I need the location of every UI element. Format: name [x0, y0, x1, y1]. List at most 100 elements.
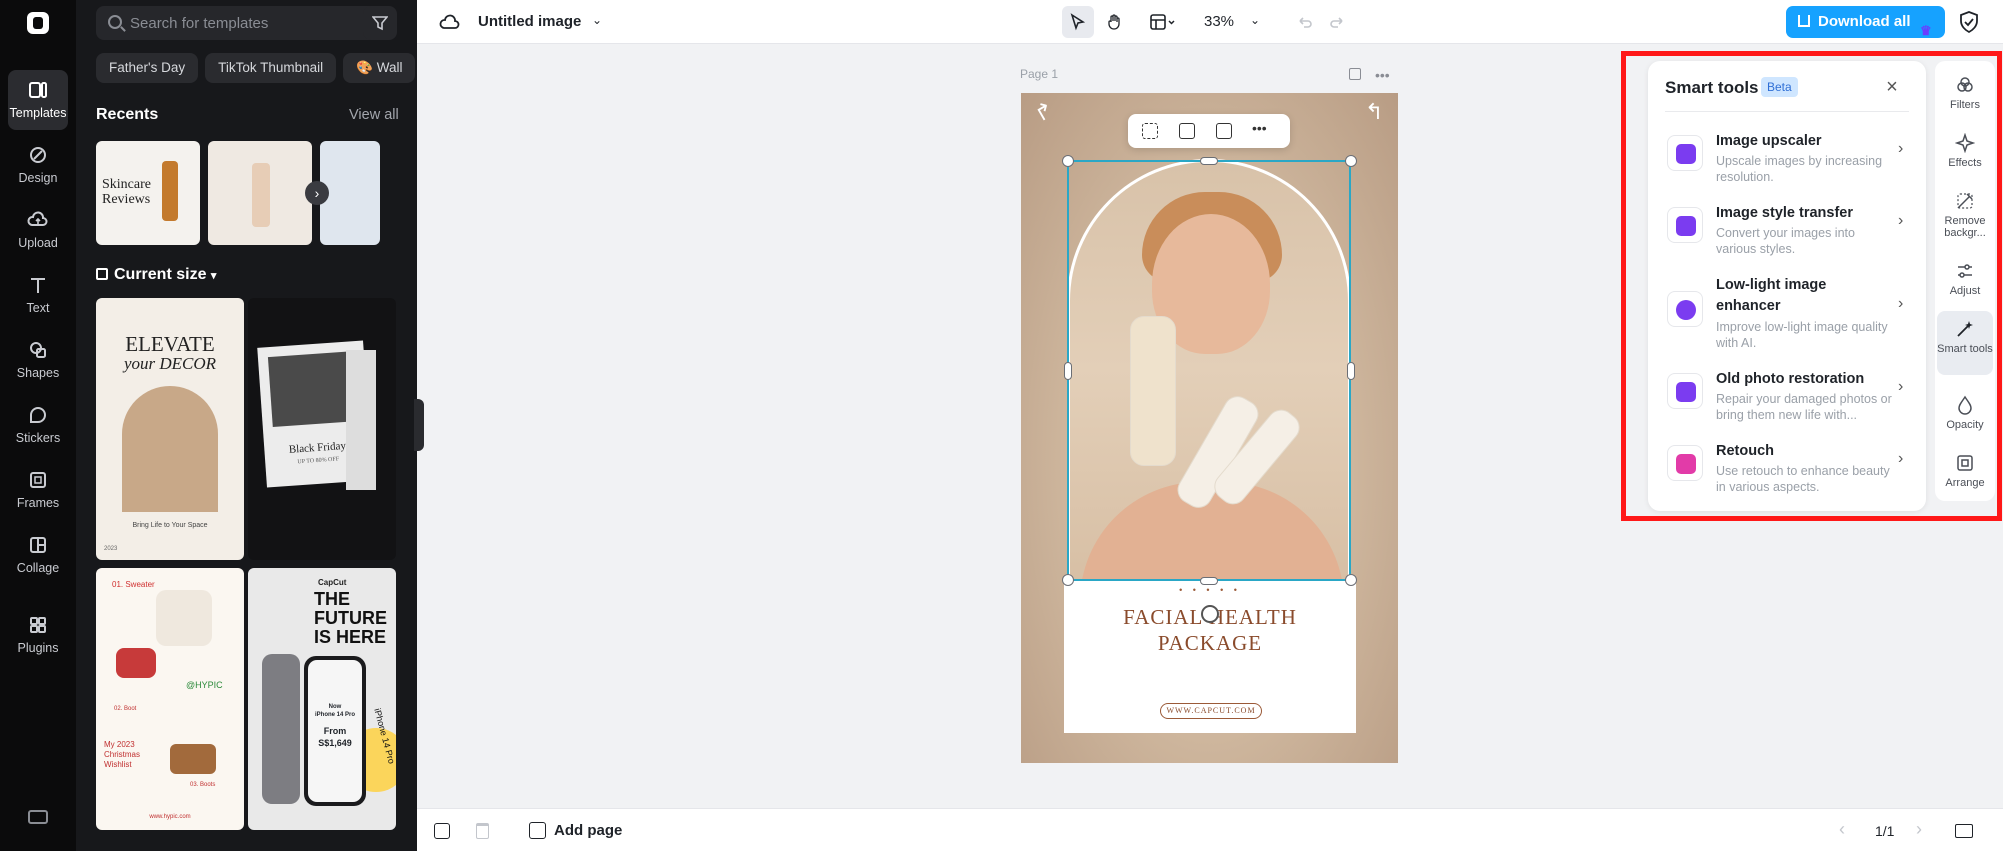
template-line4: Now	[328, 704, 342, 710]
template-year: 2023	[104, 546, 118, 552]
arch-room-photo	[122, 386, 218, 512]
capcut-logo-icon[interactable]	[27, 12, 49, 34]
rail-item-frames[interactable]: Frames	[8, 460, 68, 520]
rail-label: Shapes	[16, 366, 60, 380]
chip-fathers-day[interactable]: Father's Day	[96, 53, 199, 83]
redo-icon	[1330, 17, 1343, 28]
phone-screen: Now iPhone 14 Pro From S$1,649	[308, 660, 362, 802]
more-icon[interactable]: •••	[1252, 120, 1276, 136]
recent-thumb-third[interactable]	[320, 141, 380, 245]
trash-icon[interactable]	[476, 823, 489, 839]
headline-line2[interactable]: PACKAGE	[1064, 630, 1356, 656]
rail-item-text[interactable]: Text	[8, 265, 68, 325]
title-chevron-down-icon[interactable]: ⌄	[592, 13, 602, 27]
prev-page-chevron-icon[interactable]: ‹	[1839, 819, 1845, 840]
resize-handle-top[interactable]	[1200, 157, 1218, 165]
shield-check-icon[interactable]	[1958, 10, 1980, 34]
resize-handle-bl[interactable]	[1062, 574, 1074, 586]
undo-button[interactable]	[1289, 6, 1321, 38]
keyboard-shortcuts-icon[interactable]	[28, 810, 48, 824]
filter-button[interactable]	[363, 6, 397, 40]
template-brand: CapCut	[318, 578, 347, 587]
template-christmas-wishlist[interactable]: 01. Sweater @HYPIC 02. Boot My 2023 Chri…	[96, 568, 244, 830]
template-elevate-decor[interactable]: ELEVATE your DECOR Bring Life to Your Sp…	[96, 298, 244, 560]
website-pill[interactable]: WWW.CAPCUT.COM	[1160, 703, 1262, 719]
crop-icon[interactable]	[1142, 123, 1158, 139]
hand-tool-button[interactable]	[1099, 6, 1131, 38]
next-page-chevron-icon[interactable]: ›	[1916, 819, 1922, 840]
redo-button[interactable]	[1321, 6, 1353, 38]
template-url: www.hypic.com	[149, 814, 191, 820]
resize-handle-left[interactable]	[1064, 362, 1072, 380]
current-size-title[interactable]: Current size ▾	[96, 266, 216, 284]
template-line5: 03. Boots	[190, 782, 216, 788]
duplicate-page-icon[interactable]	[1349, 68, 1361, 80]
text-icon	[31, 278, 45, 293]
layout-menu-button[interactable]	[1143, 6, 1183, 38]
download-all-label: Download all	[1818, 13, 1911, 30]
frames-icon	[30, 472, 46, 488]
text-card[interactable]: • • • • • FACIAL HEALTH PACKAGE WWW.CAPC…	[1064, 581, 1356, 733]
crown-icon: ♛	[1920, 23, 1932, 38]
document-title[interactable]: Untitled image	[478, 13, 581, 30]
highlight-outline	[1621, 51, 2002, 521]
page-overview-icon[interactable]	[434, 823, 450, 839]
left-rail: Templates Design Upload Text Shapes Stic…	[0, 0, 76, 851]
rail-item-collage[interactable]: Collage	[8, 525, 68, 585]
portrait-photo	[267, 351, 359, 427]
template-iphone-future[interactable]: CapCut THE FUTURE IS HERE Now iPhone 14 …	[248, 568, 396, 830]
rail-item-templates[interactable]: Templates	[8, 70, 68, 130]
add-page-label: Add page	[554, 822, 623, 839]
rail-label: Templates	[9, 106, 67, 120]
chip-tiktok-thumbnail[interactable]: TikTok Thumbnail	[205, 53, 337, 83]
resize-handle-right[interactable]	[1347, 362, 1355, 380]
rotate-handle-icon[interactable]	[1201, 605, 1219, 623]
template-line2: @HYPIC	[186, 680, 223, 690]
chip-wall[interactable]: 🎨 Wall	[343, 53, 416, 83]
collage-icon	[30, 537, 46, 553]
add-page-icon	[529, 822, 546, 839]
collapse-panel-handle[interactable]	[414, 399, 424, 451]
template-line3: My 2023 Christmas Wishlist	[104, 740, 141, 769]
resize-handle-br[interactable]	[1345, 574, 1357, 586]
view-all-link[interactable]: View all	[349, 107, 399, 123]
rail-label: Text	[26, 301, 50, 315]
template-caption: Bring Life to Your Space	[132, 522, 208, 529]
template-search-input[interactable]	[130, 6, 340, 40]
recent-thumb-skincare[interactable]: Skincare Reviews	[96, 141, 200, 245]
add-page-button[interactable]: Add page	[529, 809, 629, 851]
sweater-image	[156, 590, 212, 646]
recents-next-arrow-icon[interactable]: ›	[305, 181, 329, 205]
rail-item-upload[interactable]: Upload	[8, 200, 68, 260]
more-options-icon[interactable]: •••	[1375, 67, 1390, 83]
copy-icon[interactable]	[1216, 123, 1232, 139]
collapse-pages-icon[interactable]	[1955, 824, 1973, 838]
download-all-button[interactable]: Download all ♛	[1786, 6, 1945, 38]
rail-label: Stickers	[15, 431, 61, 445]
chevron-down-icon: ▾	[210, 270, 217, 282]
templates-icon	[29, 82, 47, 98]
shapes-icon	[30, 342, 46, 358]
rail-item-plugins[interactable]: Plugins	[8, 605, 68, 665]
select-tool-button[interactable]	[1062, 6, 1094, 38]
side-card	[346, 350, 376, 490]
rail-label: Upload	[18, 236, 58, 250]
template-black-friday[interactable]: Black Friday UP TO 80% OFF	[248, 298, 396, 560]
phone-back-image	[262, 654, 300, 804]
recent-thumb-title: Skincare Reviews	[102, 177, 151, 207]
rail-item-stickers[interactable]: Stickers	[8, 395, 68, 455]
recents-title: Recents	[96, 106, 159, 123]
template-line1: THE	[314, 589, 350, 609]
rail-item-shapes[interactable]: Shapes	[8, 330, 68, 390]
zoom-chevron-down-icon[interactable]: ⌄	[1250, 13, 1260, 27]
rail-item-design[interactable]: Design	[8, 135, 68, 195]
recent-thumb-product[interactable]	[208, 141, 312, 245]
serum-bottle	[162, 161, 178, 221]
replace-image-icon[interactable]	[1179, 123, 1195, 139]
cloud-save-icon[interactable]	[439, 12, 461, 32]
resize-handle-bottom[interactable]	[1200, 577, 1218, 585]
zoom-level[interactable]: 33%	[1204, 13, 1234, 30]
download-icon	[1798, 15, 1810, 27]
resize-handle-tl[interactable]	[1062, 155, 1074, 167]
resize-handle-tr[interactable]	[1345, 155, 1357, 167]
